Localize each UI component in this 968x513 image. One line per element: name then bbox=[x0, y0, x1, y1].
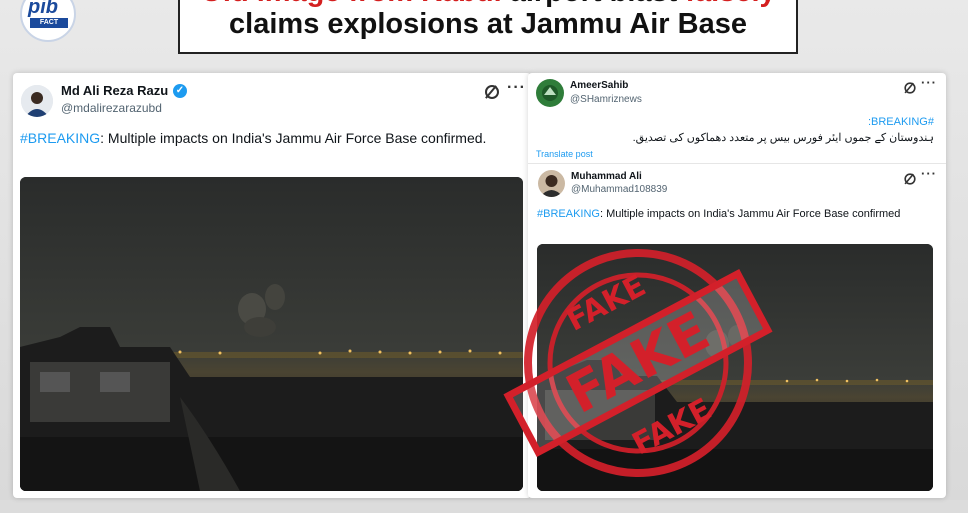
headline-banner: Old image from Kabul airport blast false… bbox=[178, 0, 798, 54]
headline-black-1: airport blast bbox=[502, 0, 686, 8]
hashtag-link[interactable]: #BREAKING bbox=[20, 130, 100, 146]
post-body: : Multiple impacts on India's Jammu Air … bbox=[100, 130, 487, 146]
grok-icon[interactable] bbox=[904, 173, 916, 185]
post-image[interactable] bbox=[20, 177, 523, 491]
avatar-image bbox=[536, 79, 564, 107]
user-name[interactable]: Muhammad Ali bbox=[571, 171, 642, 182]
logo-subtext: FACT CHECK bbox=[30, 18, 68, 36]
logo-text: pib bbox=[28, 0, 58, 18]
headline-red-2: falsely bbox=[685, 0, 775, 8]
more-options-icon[interactable]: ··· bbox=[921, 75, 937, 90]
more-options-icon[interactable]: ··· bbox=[507, 79, 526, 97]
grok-icon[interactable] bbox=[904, 82, 916, 94]
avatar[interactable] bbox=[538, 170, 565, 197]
post-text: #BREAKING: Multiple impacts on India's J… bbox=[537, 207, 907, 222]
translate-post-link[interactable]: Translate post bbox=[536, 149, 593, 159]
avatar-image bbox=[21, 85, 53, 117]
verified-badge-icon: ✓ bbox=[173, 84, 187, 98]
post-body: : Multiple impacts on India's Jammu Air … bbox=[599, 208, 901, 220]
avatar[interactable] bbox=[21, 85, 53, 117]
post-text: #BREAKING: Multiple impacts on India's J… bbox=[20, 128, 500, 148]
left-post-card: Md Ali Reza Razu ✓ @mdalirezarazubd ··· … bbox=[13, 73, 531, 498]
grok-icon[interactable] bbox=[485, 85, 499, 99]
user-name[interactable]: Md Ali Reza Razu bbox=[61, 83, 168, 98]
hashtag-link[interactable]: #BREAKING bbox=[537, 208, 600, 220]
user-handle[interactable]: @mdalirezarazubd bbox=[61, 101, 162, 115]
post-urdu-text: ہندوستان کے جموں ایئر فورس بیس پر متعدد … bbox=[632, 132, 934, 144]
hashtag-link[interactable]: #BREAKING: bbox=[868, 116, 934, 128]
user-name[interactable]: AmeerSahib bbox=[570, 80, 628, 91]
avatar[interactable] bbox=[536, 79, 564, 107]
headline-red-1: Old image from Kabul bbox=[200, 0, 501, 8]
fake-stamp: FAKE FAKE FAKE bbox=[503, 249, 773, 477]
user-handle[interactable]: @Muhammad108839 bbox=[571, 184, 667, 195]
night-explosion-image bbox=[20, 177, 523, 491]
more-options-icon[interactable]: ··· bbox=[921, 166, 937, 181]
divider bbox=[528, 163, 946, 164]
avatar-image bbox=[538, 170, 565, 197]
headline-line-2: claims explosions at Jammu Air Base bbox=[229, 8, 747, 40]
user-handle[interactable]: @SHamriznews bbox=[570, 94, 642, 105]
